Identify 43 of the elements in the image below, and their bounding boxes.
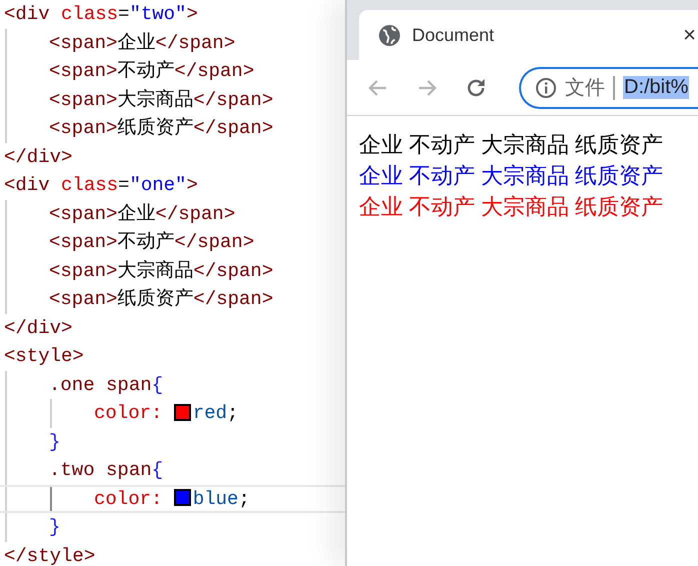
globe-icon — [379, 24, 400, 46]
tab-title: Document — [412, 24, 496, 46]
code-text: <span>大宗商品</span> — [49, 258, 274, 284]
code-text: </div> — [4, 316, 72, 340]
code-text: .two span{ — [49, 458, 164, 483]
code-text: <span>企业</span> — [49, 30, 236, 56]
code-text: <span>不动产</span> — [49, 59, 254, 84]
page-text: 纸质资产 — [575, 131, 663, 159]
code-text: blue; — [192, 486, 250, 512]
code-text: <span>纸质资产</span> — [49, 116, 274, 141]
security-label: 文件 — [565, 76, 605, 101]
url-text: D:/bit% — [623, 76, 690, 99]
reload-icon[interactable] — [465, 76, 487, 98]
code-text: .one span{ — [49, 372, 164, 398]
page-text: 纸质资产 — [575, 193, 663, 221]
page-text: 大宗商品 — [481, 162, 569, 190]
code-text: } — [49, 430, 60, 454]
code-text: color: — [94, 401, 164, 426]
page-text: 大宗商品 — [481, 131, 569, 159]
code-text: <span>不动产</span> — [49, 230, 254, 255]
code-text: </style> — [4, 544, 96, 566]
page-text: 大宗商品 — [481, 193, 569, 221]
page-text: 纸质资产 — [575, 162, 663, 190]
page-text: 不动产 — [409, 131, 475, 159]
page-text: 企业 — [359, 162, 403, 190]
info-icon — [535, 76, 557, 98]
page-text: 企业 — [359, 193, 403, 221]
page-text: 不动产 — [409, 193, 475, 221]
page-text: 企业 — [359, 131, 403, 159]
code-text: color: — [94, 486, 164, 512]
code-text: <span>企业</span> — [49, 202, 236, 226]
code-text: <span>纸质资产</span> — [49, 287, 274, 312]
code-text: <style> — [4, 344, 84, 369]
code-text: <span>大宗商品</span> — [49, 88, 274, 112]
code-text: red; — [192, 401, 238, 426]
browser-tab[interactable]: Document × — [359, 10, 698, 60]
code-text: } — [49, 515, 60, 540]
page-text: 不动产 — [409, 162, 475, 190]
code-text: </div> — [4, 144, 72, 170]
code-text: <div class="two"> — [4, 2, 198, 27]
address-bar[interactable]: 文件 D:/bit% — [519, 66, 698, 108]
close-button[interactable]: × — [683, 22, 698, 48]
code-text: <div class="one"> — [4, 173, 198, 198]
